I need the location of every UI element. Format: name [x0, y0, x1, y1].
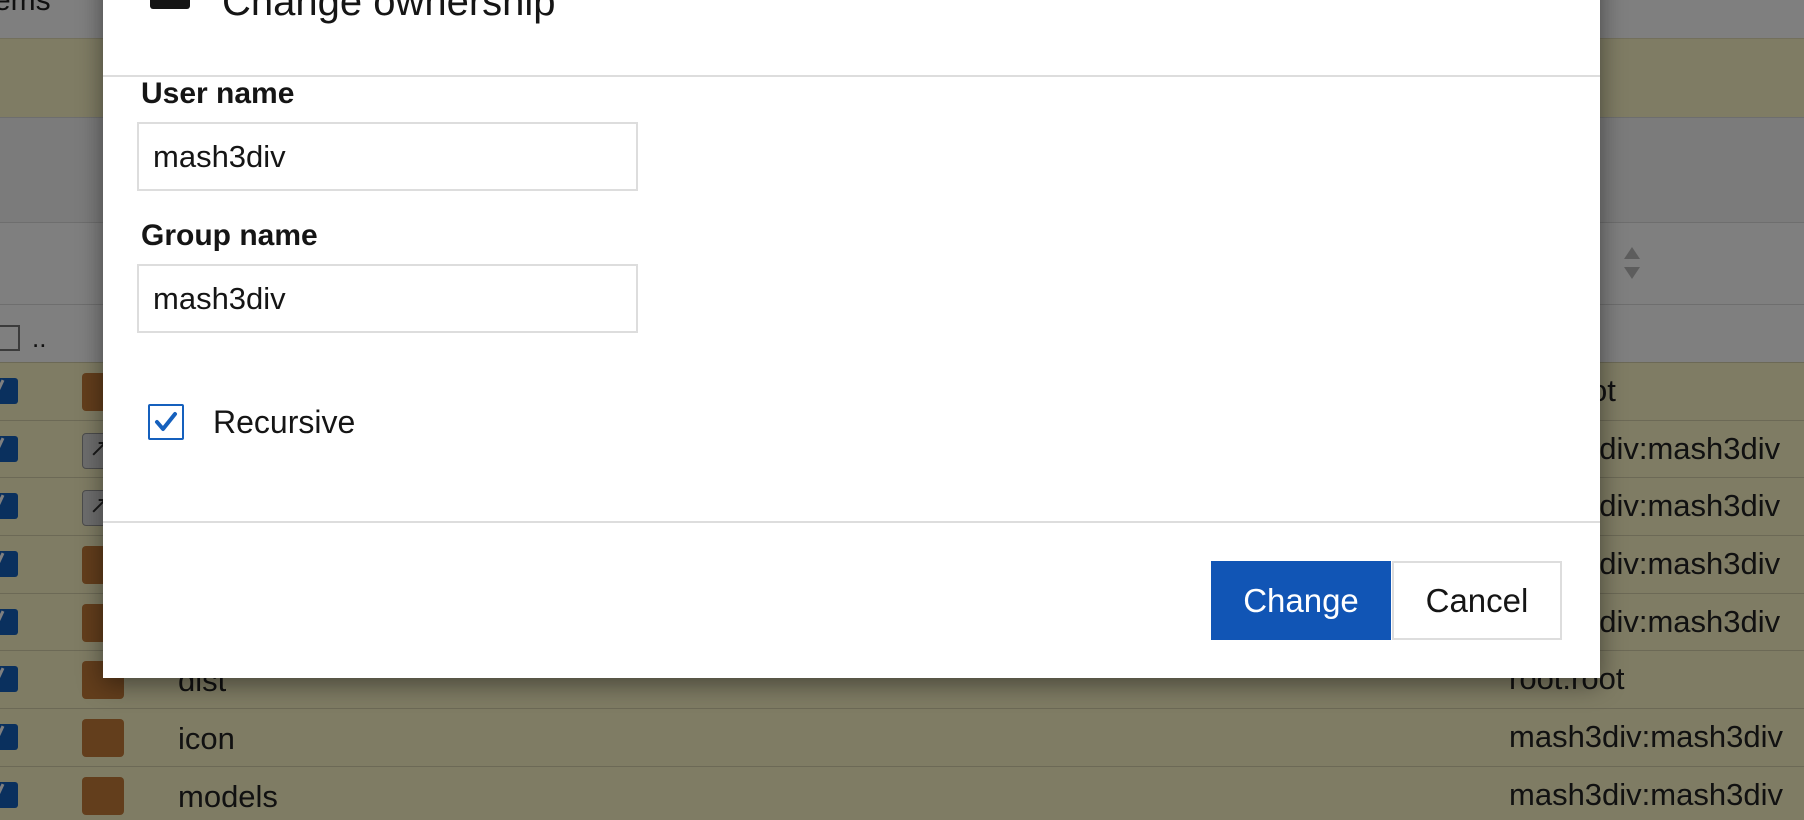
group-name-label: Group name: [141, 219, 318, 252]
group-name-input[interactable]: [137, 264, 638, 333]
dialog-header: Change ownership: [103, 0, 1600, 77]
cancel-button[interactable]: Cancel: [1392, 561, 1562, 640]
ownership-icon: [150, 0, 190, 9]
recursive-checkbox[interactable]: [148, 404, 184, 440]
change-button[interactable]: Change: [1211, 561, 1391, 640]
dialog-title: Change ownership: [222, 0, 556, 24]
user-name-label: User name: [141, 77, 295, 110]
change-ownership-dialog: Change ownership User name Group name Re…: [103, 0, 1600, 678]
dialog-body: User name Group name Recursive: [103, 77, 1600, 483]
user-name-input[interactable]: [137, 122, 638, 191]
checkmark-icon: [155, 412, 177, 431]
dialog-footer: Change Cancel: [103, 521, 1600, 678]
recursive-label[interactable]: Recursive: [213, 404, 355, 441]
